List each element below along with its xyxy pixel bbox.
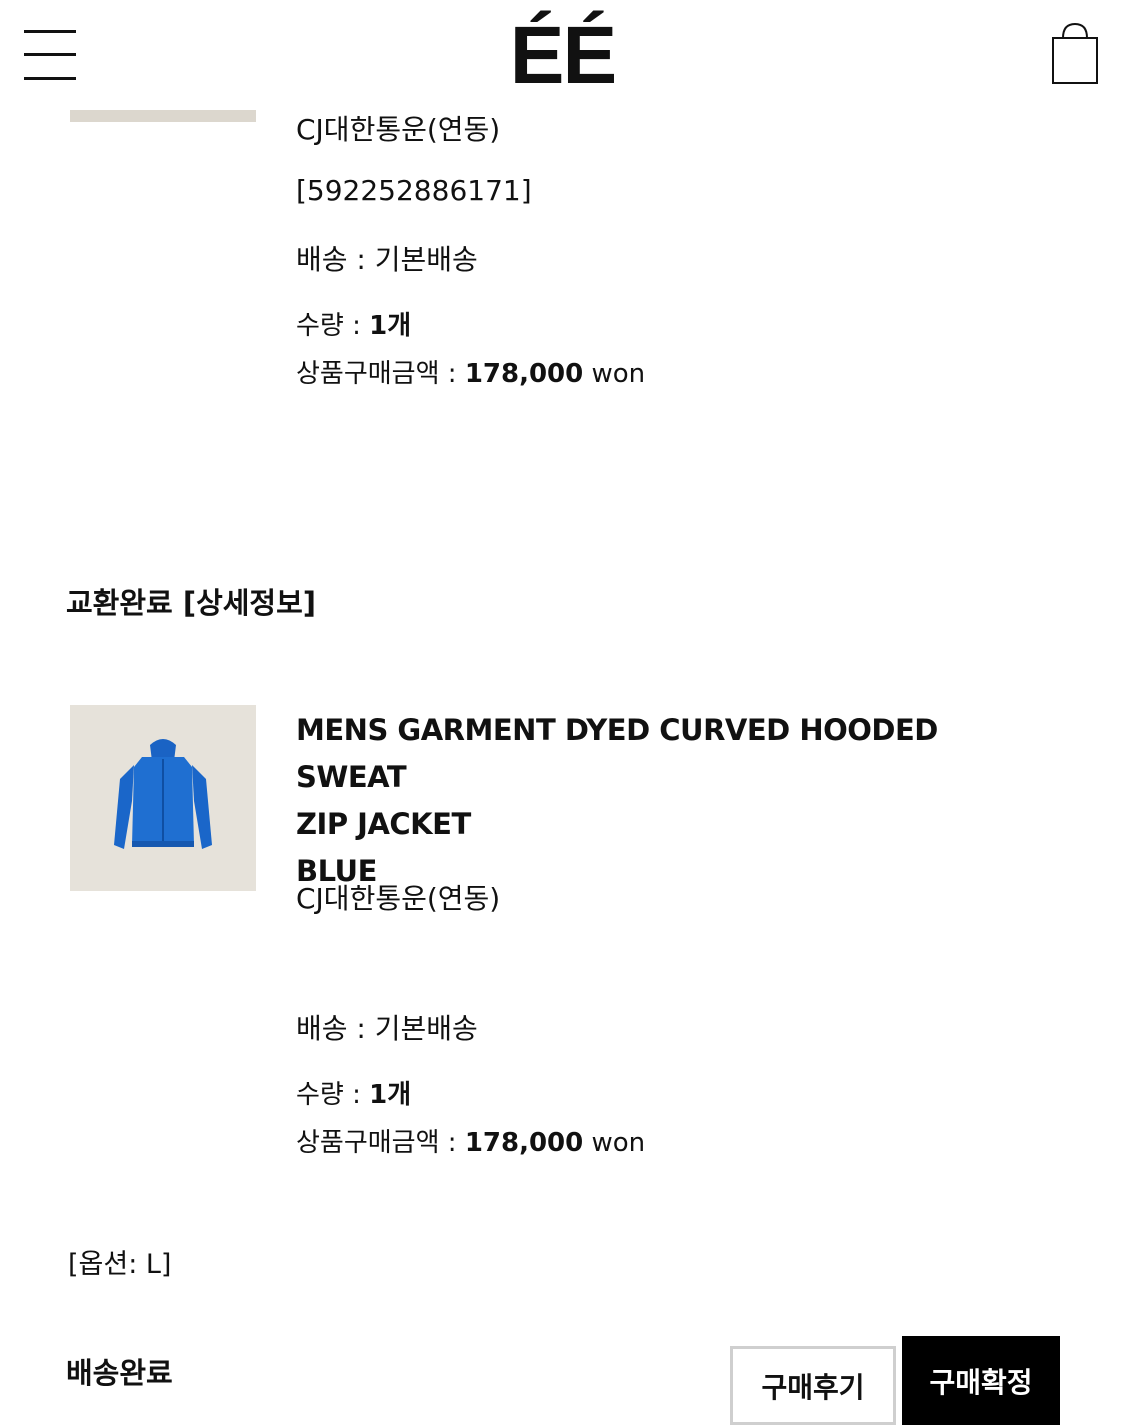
quantity-value: 1개 (369, 311, 412, 341)
shipping-method: 배송 : 기본배송 (296, 1012, 478, 1045)
quantity-line: 수량 : 1개 (296, 305, 411, 342)
product-thumbnail[interactable] (70, 705, 256, 891)
quantity-label: 수량 : (296, 311, 370, 341)
price-label: 상품구매금액 : (296, 359, 465, 389)
product-title-line1[interactable]: MENS GARMENT DYED CURVED HOODED SWEAT (296, 707, 1036, 801)
price-unit: won (583, 359, 646, 389)
quantity-label: 수량 : (296, 1080, 370, 1110)
product-thumbnail-top[interactable] (70, 108, 256, 122)
brand-logo[interactable]: ÉÉ (0, 8, 1125, 104)
price-line: 상품구매금액 : 178,000 won (296, 1122, 645, 1159)
write-review-button[interactable]: 구매후기 (730, 1346, 896, 1425)
price-value: 178,000 (464, 1128, 584, 1158)
exchange-status-link[interactable]: 교환완료 [상세정보] (66, 580, 316, 622)
delivery-status: 배송완료 (66, 1356, 173, 1390)
shopping-bag-icon[interactable] (1050, 22, 1100, 86)
shipping-method: 배송 : 기본배송 (296, 243, 478, 276)
carrier-name: CJ대한통운(연동) (296, 113, 501, 146)
product-title[interactable]: MENS GARMENT DYED CURVED HOODED SWEAT ZI… (296, 707, 1036, 895)
price-value: 178,000 (464, 359, 584, 389)
tracking-number[interactable]: [592252886171] (296, 174, 532, 207)
quantity-line: 수량 : 1개 (296, 1074, 411, 1111)
confirm-purchase-button[interactable]: 구매확정 (902, 1336, 1060, 1425)
site-header: ÉÉ (0, 0, 1125, 110)
price-label: 상품구매금액 : (296, 1128, 465, 1158)
price-line: 상품구매금액 : 178,000 won (296, 353, 645, 390)
carrier-name: CJ대한통운(연동) (296, 882, 501, 915)
order-detail-page: ÉÉ CJ대한통운(연동) [592252886171] 배송 : 기본배송 수… (0, 0, 1125, 1425)
product-title-line2[interactable]: ZIP JACKET (296, 801, 1036, 848)
price-unit: won (583, 1128, 646, 1158)
quantity-value: 1개 (369, 1080, 412, 1110)
blue-jacket-image (114, 739, 212, 849)
option-label: [옵션: L] (68, 1249, 172, 1280)
